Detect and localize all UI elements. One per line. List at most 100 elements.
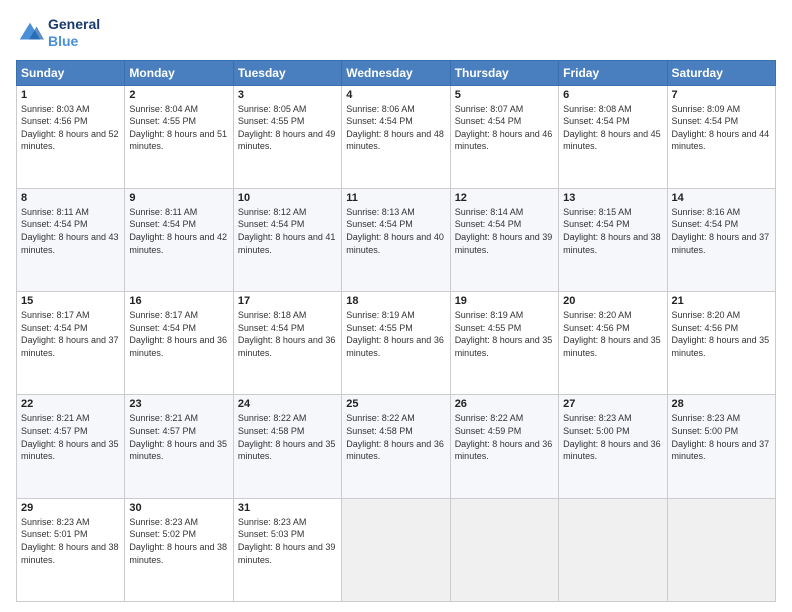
day-details: Sunrise: 8:21 AMSunset: 4:57 PMDaylight:…: [21, 413, 119, 461]
day-number: 22: [21, 398, 120, 410]
calendar-day-cell: [559, 498, 667, 601]
day-number: 8: [21, 192, 120, 204]
weekday-header-cell: Monday: [125, 60, 233, 85]
day-number: 19: [455, 295, 554, 307]
weekday-header-cell: Tuesday: [233, 60, 341, 85]
calendar-day-cell: [667, 498, 775, 601]
calendar-day-cell: [342, 498, 450, 601]
calendar-day-cell: 19 Sunrise: 8:19 AMSunset: 4:55 PMDayligh…: [450, 292, 558, 395]
calendar-day-cell: 25 Sunrise: 8:22 AMSunset: 4:58 PMDayligh…: [342, 395, 450, 498]
day-number: 13: [563, 192, 662, 204]
day-details: Sunrise: 8:19 AMSunset: 4:55 PMDaylight:…: [455, 310, 553, 358]
day-details: Sunrise: 8:23 AMSunset: 5:01 PMDaylight:…: [21, 517, 119, 565]
day-number: 3: [238, 89, 337, 101]
calendar-day-cell: 4 Sunrise: 8:06 AMSunset: 4:54 PMDaylight…: [342, 85, 450, 188]
weekday-header-cell: Friday: [559, 60, 667, 85]
day-details: Sunrise: 8:17 AMSunset: 4:54 PMDaylight:…: [129, 310, 227, 358]
day-details: Sunrise: 8:20 AMSunset: 4:56 PMDaylight:…: [563, 310, 661, 358]
calendar-day-cell: 8 Sunrise: 8:11 AMSunset: 4:54 PMDaylight…: [17, 188, 125, 291]
calendar-day-cell: 9 Sunrise: 8:11 AMSunset: 4:54 PMDaylight…: [125, 188, 233, 291]
calendar-day-cell: 26 Sunrise: 8:22 AMSunset: 4:59 PMDayligh…: [450, 395, 558, 498]
calendar-day-cell: 18Sunrise: 8:19 AMSunset: 4:55 PMDayligh…: [342, 292, 450, 395]
calendar-day-cell: 22 Sunrise: 8:21 AMSunset: 4:57 PMDayligh…: [17, 395, 125, 498]
calendar-day-cell: 7Sunrise: 8:09 AMSunset: 4:54 PMDaylight…: [667, 85, 775, 188]
day-details: Sunrise: 8:11 AMSunset: 4:54 PMDaylight:…: [21, 207, 119, 255]
day-details: Sunrise: 8:21 AMSunset: 4:57 PMDaylight:…: [129, 413, 227, 461]
calendar-day-cell: 30 Sunrise: 8:23 AMSunset: 5:02 PMDayligh…: [125, 498, 233, 601]
day-number: 31: [238, 502, 337, 514]
day-details: Sunrise: 8:23 AMSunset: 5:02 PMDaylight:…: [129, 517, 227, 565]
calendar-day-cell: 10Sunrise: 8:12 AMSunset: 4:54 PMDayligh…: [233, 188, 341, 291]
day-details: Sunrise: 8:14 AMSunset: 4:54 PMDaylight:…: [455, 207, 553, 255]
calendar-day-cell: 21 Sunrise: 8:20 AMSunset: 4:56 PMDayligh…: [667, 292, 775, 395]
day-details: Sunrise: 8:06 AMSunset: 4:54 PMDaylight:…: [346, 104, 444, 152]
day-number: 15: [21, 295, 120, 307]
day-number: 6: [563, 89, 662, 101]
day-number: 5: [455, 89, 554, 101]
day-number: 24: [238, 398, 337, 410]
day-details: Sunrise: 8:03 AMSunset: 4:56 PMDaylight:…: [21, 104, 119, 152]
calendar-day-cell: 13 Sunrise: 8:15 AMSunset: 4:54 PMDayligh…: [559, 188, 667, 291]
day-number: 4: [346, 89, 445, 101]
day-number: 21: [672, 295, 771, 307]
day-details: Sunrise: 8:22 AMSunset: 4:59 PMDaylight:…: [455, 413, 553, 461]
weekday-header-cell: Thursday: [450, 60, 558, 85]
day-number: 25: [346, 398, 445, 410]
calendar-day-cell: 17Sunrise: 8:18 AMSunset: 4:54 PMDayligh…: [233, 292, 341, 395]
calendar-week-row: 8 Sunrise: 8:11 AMSunset: 4:54 PMDaylight…: [17, 188, 776, 291]
calendar-day-cell: 5 Sunrise: 8:07 AMSunset: 4:54 PMDaylight…: [450, 85, 558, 188]
calendar-day-cell: 27Sunrise: 8:23 AMSunset: 5:00 PMDayligh…: [559, 395, 667, 498]
weekday-header-cell: Sunday: [17, 60, 125, 85]
day-number: 26: [455, 398, 554, 410]
calendar-day-cell: 12Sunrise: 8:14 AMSunset: 4:54 PMDayligh…: [450, 188, 558, 291]
calendar-table: SundayMondayTuesdayWednesdayThursdayFrid…: [16, 60, 776, 602]
day-details: Sunrise: 8:20 AMSunset: 4:56 PMDaylight:…: [672, 310, 770, 358]
day-number: 30: [129, 502, 228, 514]
day-number: 9: [129, 192, 228, 204]
day-number: 2: [129, 89, 228, 101]
day-details: Sunrise: 8:07 AMSunset: 4:54 PMDaylight:…: [455, 104, 553, 152]
calendar-day-cell: 1 Sunrise: 8:03 AMSunset: 4:56 PMDaylight…: [17, 85, 125, 188]
header: General Blue: [16, 16, 776, 50]
calendar-week-row: 1 Sunrise: 8:03 AMSunset: 4:56 PMDaylight…: [17, 85, 776, 188]
day-number: 16: [129, 295, 228, 307]
weekday-header-cell: Saturday: [667, 60, 775, 85]
calendar-day-cell: 20 Sunrise: 8:20 AMSunset: 4:56 PMDayligh…: [559, 292, 667, 395]
calendar-day-cell: 31 Sunrise: 8:23 AMSunset: 5:03 PMDayligh…: [233, 498, 341, 601]
day-details: Sunrise: 8:19 AMSunset: 4:55 PMDaylight:…: [346, 310, 444, 358]
logo: General Blue: [16, 16, 100, 50]
calendar-day-cell: 29Sunrise: 8:23 AMSunset: 5:01 PMDayligh…: [17, 498, 125, 601]
day-number: 1: [21, 89, 120, 101]
day-details: Sunrise: 8:13 AMSunset: 4:54 PMDaylight:…: [346, 207, 444, 255]
logo-icon: [16, 19, 44, 47]
calendar-week-row: 22 Sunrise: 8:21 AMSunset: 4:57 PMDayligh…: [17, 395, 776, 498]
calendar-day-cell: [450, 498, 558, 601]
calendar-day-cell: 14Sunrise: 8:16 AMSunset: 4:54 PMDayligh…: [667, 188, 775, 291]
day-number: 20: [563, 295, 662, 307]
calendar-day-cell: 2Sunrise: 8:04 AMSunset: 4:55 PMDaylight…: [125, 85, 233, 188]
day-number: 11: [346, 192, 445, 204]
calendar-day-cell: 6Sunrise: 8:08 AMSunset: 4:54 PMDaylight…: [559, 85, 667, 188]
day-number: 7: [672, 89, 771, 101]
calendar-day-cell: 11 Sunrise: 8:13 AMSunset: 4:54 PMDayligh…: [342, 188, 450, 291]
day-details: Sunrise: 8:05 AMSunset: 4:55 PMDaylight:…: [238, 104, 336, 152]
calendar-body: 1 Sunrise: 8:03 AMSunset: 4:56 PMDaylight…: [17, 85, 776, 601]
calendar-day-cell: 28Sunrise: 8:23 AMSunset: 5:00 PMDayligh…: [667, 395, 775, 498]
day-details: Sunrise: 8:22 AMSunset: 4:58 PMDaylight:…: [346, 413, 444, 461]
day-details: Sunrise: 8:11 AMSunset: 4:54 PMDaylight:…: [129, 207, 227, 255]
day-details: Sunrise: 8:16 AMSunset: 4:54 PMDaylight:…: [672, 207, 770, 255]
calendar-week-row: 15 Sunrise: 8:17 AMSunset: 4:54 PMDayligh…: [17, 292, 776, 395]
page: General Blue SundayMondayTuesdayWednesda…: [0, 0, 792, 612]
calendar-day-cell: 23 Sunrise: 8:21 AMSunset: 4:57 PMDayligh…: [125, 395, 233, 498]
day-details: Sunrise: 8:23 AMSunset: 5:00 PMDaylight:…: [563, 413, 661, 461]
day-details: Sunrise: 8:23 AMSunset: 5:03 PMDaylight:…: [238, 517, 336, 565]
calendar-week-row: 29Sunrise: 8:23 AMSunset: 5:01 PMDayligh…: [17, 498, 776, 601]
day-details: Sunrise: 8:15 AMSunset: 4:54 PMDaylight:…: [563, 207, 661, 255]
calendar-day-cell: 3 Sunrise: 8:05 AMSunset: 4:55 PMDaylight…: [233, 85, 341, 188]
calendar-day-cell: 15Sunrise: 8:17 AMSunset: 4:54 PMDayligh…: [17, 292, 125, 395]
logo-text: General Blue: [48, 16, 100, 50]
day-number: 23: [129, 398, 228, 410]
day-details: Sunrise: 8:22 AMSunset: 4:58 PMDaylight:…: [238, 413, 336, 461]
weekday-header-cell: Wednesday: [342, 60, 450, 85]
day-number: 10: [238, 192, 337, 204]
